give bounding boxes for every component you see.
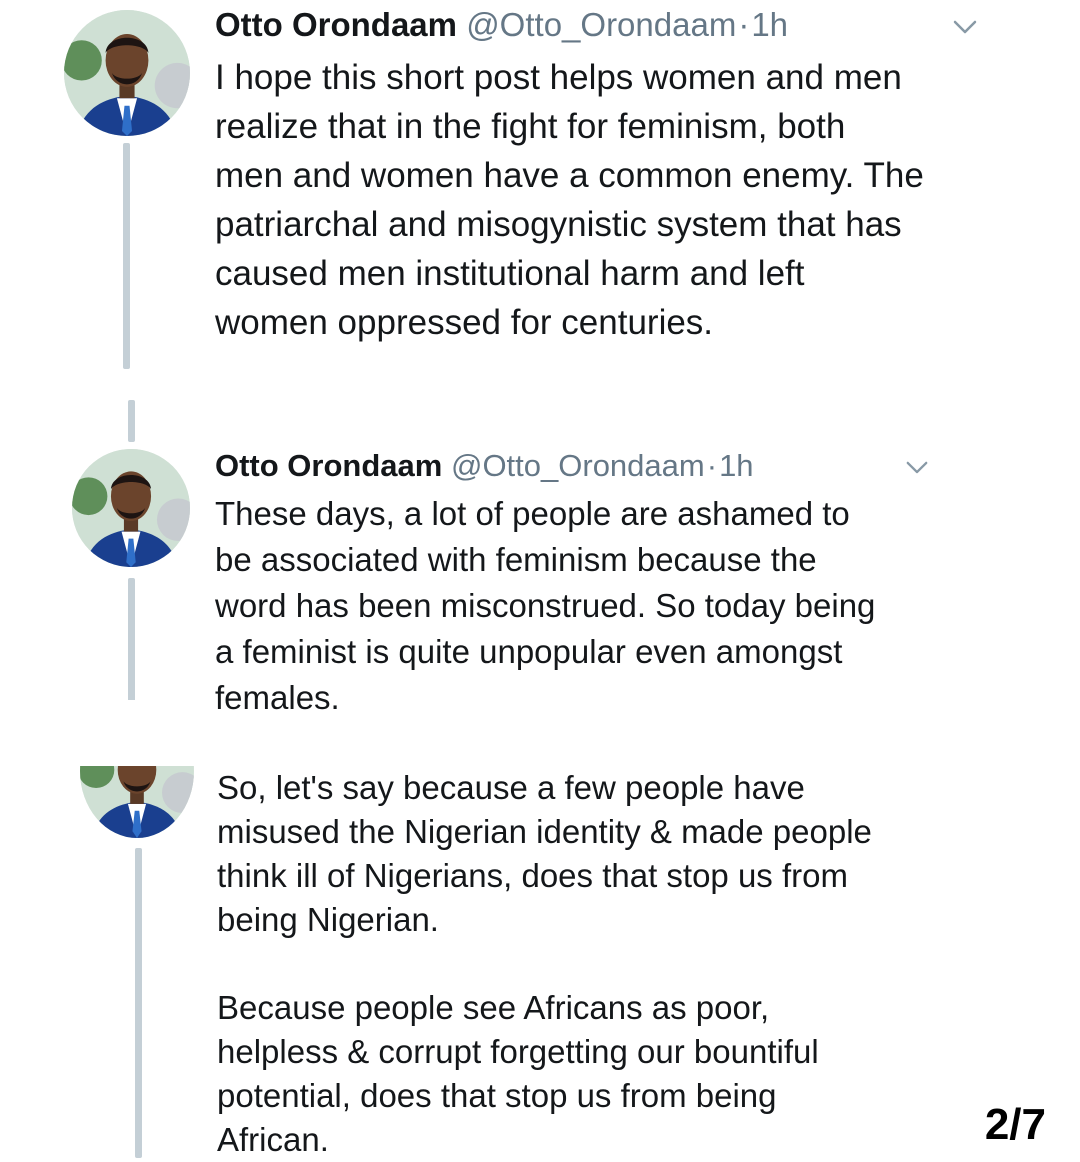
author-name[interactable]: Otto Orondaam: [215, 448, 442, 483]
tweet-text: So, let's say because a few people have …: [217, 766, 872, 942]
thread-line-1: [123, 143, 130, 369]
tweet-line: potential, does that stop us from being: [217, 1077, 777, 1114]
avatar-image: [72, 449, 190, 567]
tweet-line: women oppressed for centuries.: [215, 303, 714, 342]
separator: ·: [738, 6, 750, 43]
timestamp[interactable]: 1h: [719, 448, 753, 483]
avatar[interactable]: [64, 10, 190, 136]
tweet-line: misused the Nigerian identity & made peo…: [217, 813, 872, 850]
tweet-line: realize that in the fight for feminism, …: [215, 107, 846, 146]
tweet-text: I hope this short post helps women and m…: [215, 53, 924, 347]
author-name[interactable]: Otto Orondaam: [215, 6, 457, 43]
tweet-line: men and women have a common enemy. The: [215, 156, 924, 195]
avatar-image: [64, 10, 190, 136]
tweet-text: These days, a lot of people are ashamed …: [215, 491, 875, 721]
tweet-line: helpless & corrupt forgetting our bounti…: [217, 1033, 819, 1070]
tweet-line: These days, a lot of people are ashamed …: [215, 495, 850, 532]
tweet-text: Because people see Africans as poor, hel…: [217, 986, 819, 1162]
page-indicator: 2/7: [984, 1100, 1046, 1149]
tweet-line: think ill of Nigerians, does that stop u…: [217, 857, 848, 894]
tweet-line: be associated with feminism because the: [215, 541, 817, 578]
tweet-line: being Nigerian.: [217, 901, 439, 938]
tweet-line: females.: [215, 679, 340, 716]
separator: ·: [706, 448, 718, 483]
tweet-line: word has been misconstrued. So today bei…: [215, 587, 876, 624]
tweet-line: caused men institutional harm and left: [215, 254, 805, 293]
avatar[interactable]: [72, 449, 190, 567]
avatar-crop-mask: [70, 700, 200, 766]
chevron-down-icon[interactable]: [905, 459, 929, 476]
author-handle[interactable]: @Otto_Orondaam: [451, 448, 705, 483]
thread-line-4: [135, 848, 142, 1158]
chevron-down-icon[interactable]: [952, 18, 978, 36]
timestamp[interactable]: 1h: [751, 6, 788, 43]
thread-line-2: [128, 400, 135, 442]
tweet-line: African.: [217, 1121, 329, 1158]
tweet-header: Otto Orondaam @Otto_Orondaam·1h: [215, 450, 754, 481]
tweet-line: So, let's say because a few people have: [217, 769, 805, 806]
tweet-line: patriarchal and misogynistic system that…: [215, 205, 902, 244]
author-handle[interactable]: @Otto_Orondaam: [466, 6, 736, 43]
tweet-line: I hope this short post helps women and m…: [215, 58, 902, 97]
tweet-header: Otto Orondaam @Otto_Orondaam·1h: [215, 8, 788, 41]
tweet-line: Because people see Africans as poor,: [217, 989, 770, 1026]
tweet-line: a feminist is quite unpopular even among…: [215, 633, 843, 670]
